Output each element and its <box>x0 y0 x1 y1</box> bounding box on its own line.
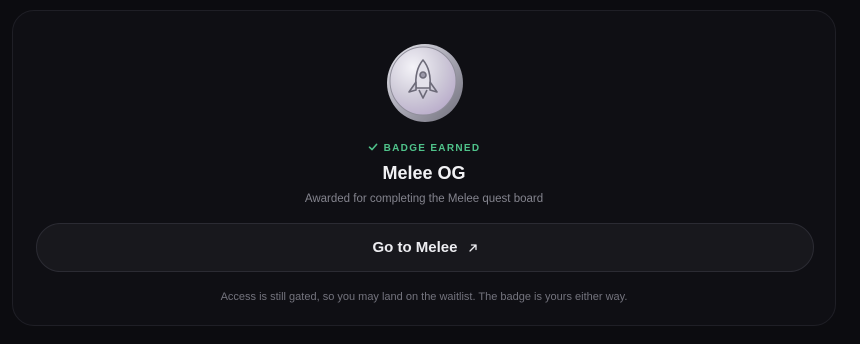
arrow-up-right-icon <box>468 243 477 252</box>
badge-title: Melee OG <box>382 163 466 183</box>
badge-description: Awarded for completing the Melee quest b… <box>304 193 544 205</box>
go-to-melee-button[interactable]: Go to Melee <box>36 223 814 272</box>
badge-earned-status: BADGE EARNED <box>13 142 835 155</box>
go-to-melee-label: Go to Melee <box>372 239 458 256</box>
check-icon <box>368 143 378 151</box>
access-note: Access is still gated, so you may land o… <box>220 291 628 303</box>
badge-card: BADGE EARNED Melee OG Awarded for comple… <box>12 10 836 326</box>
badge-earned-label: BADGE EARNED <box>383 143 481 154</box>
rocket-coin-icon <box>387 44 463 122</box>
